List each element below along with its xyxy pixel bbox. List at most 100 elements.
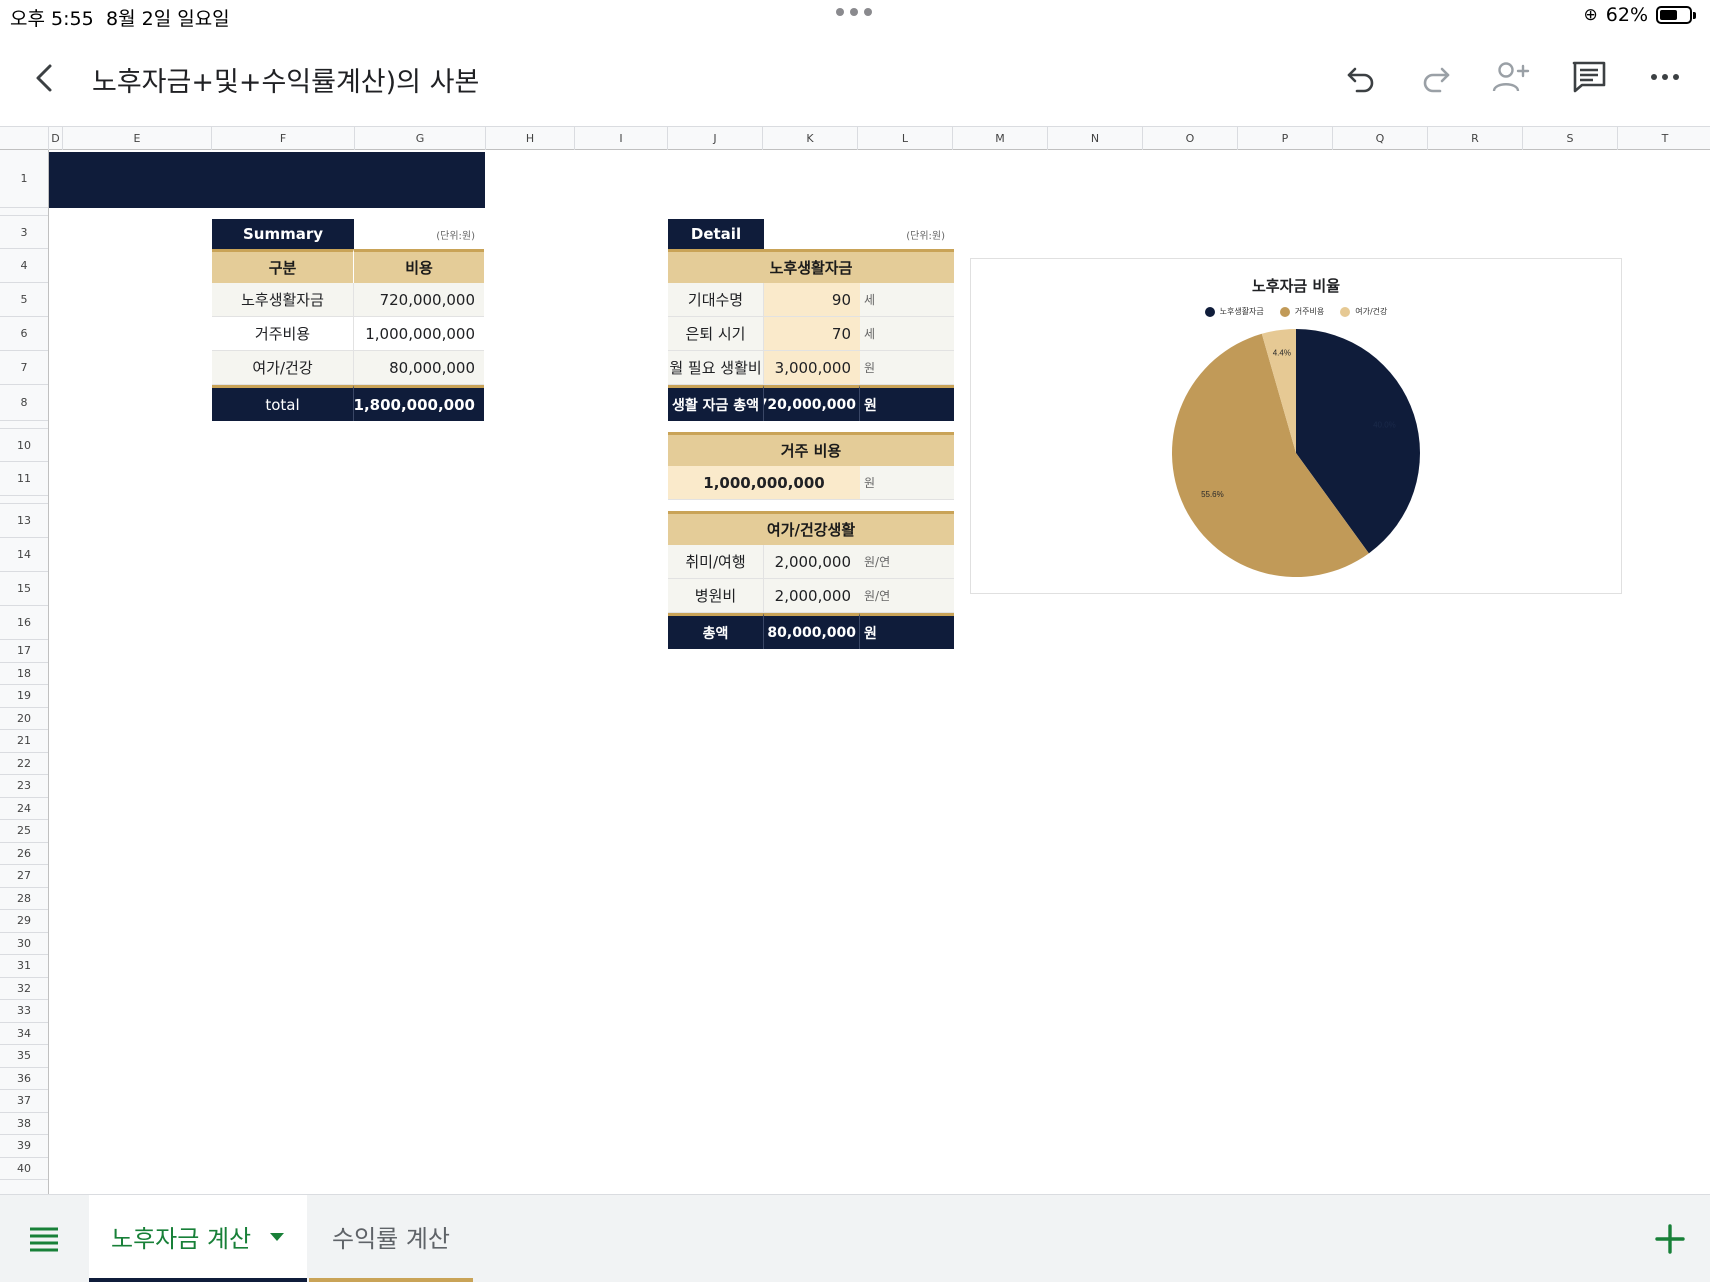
detail-living-label-lifespan[interactable]: 기대수명 bbox=[668, 283, 764, 317]
row-header-24[interactable]: 24 bbox=[0, 798, 48, 820]
detail-living-value-retire[interactable]: 70 bbox=[764, 317, 860, 351]
column-header-k[interactable]: K bbox=[763, 127, 858, 150]
share-button[interactable] bbox=[1490, 56, 1532, 98]
column-header-i[interactable]: I bbox=[575, 127, 668, 150]
summary-label-living[interactable]: 노후생활자금 bbox=[212, 283, 354, 317]
row-header-20[interactable]: 20 bbox=[0, 708, 48, 730]
tab-retirement-fund[interactable]: 노후자금 계산 bbox=[89, 1195, 307, 1282]
pie-chart[interactable]: 노후자금 비율 노후생활자금 거주비용 여가/건강 40.0% 55.6% 4.4% bbox=[970, 258, 1622, 594]
all-sheets-button[interactable] bbox=[28, 1225, 60, 1253]
row-header-25[interactable]: 25 bbox=[0, 820, 48, 843]
detail-header[interactable]: Detail bbox=[668, 219, 764, 249]
back-button[interactable] bbox=[30, 58, 60, 98]
row-header-37[interactable]: 37 bbox=[0, 1090, 48, 1113]
column-header-r[interactable]: R bbox=[1428, 127, 1523, 150]
detail-leisure-label-hobby[interactable]: 취미/여행 bbox=[668, 545, 764, 579]
detail-living-total-unit[interactable]: 원 bbox=[860, 385, 954, 421]
select-all-corner[interactable] bbox=[0, 127, 49, 150]
column-header-e[interactable]: E bbox=[63, 127, 212, 150]
row-header-22[interactable]: 22 bbox=[0, 753, 48, 775]
more-options-button[interactable] bbox=[1644, 56, 1686, 98]
detail-living-total-value[interactable]: 720,000,000 bbox=[764, 385, 860, 421]
summary-col-cost[interactable]: 비용 bbox=[354, 249, 484, 283]
column-header-l[interactable]: L bbox=[858, 127, 953, 150]
row-header-16[interactable]: 16 bbox=[0, 606, 48, 640]
row-header-35[interactable]: 35 bbox=[0, 1045, 48, 1068]
row-header-40[interactable]: 40 bbox=[0, 1158, 48, 1180]
row-header-33[interactable]: 33 bbox=[0, 1000, 48, 1023]
detail-leisure-value-hospital[interactable]: 2,000,000 bbox=[764, 579, 860, 613]
column-header-p[interactable]: P bbox=[1238, 127, 1333, 150]
summary-unit-note[interactable]: (단위:원) bbox=[354, 219, 484, 249]
comments-button[interactable] bbox=[1568, 56, 1610, 98]
column-header-d[interactable]: D bbox=[49, 127, 63, 150]
summary-label-leisure[interactable]: 여가/건강 bbox=[212, 351, 354, 385]
row-header-34[interactable]: 34 bbox=[0, 1023, 48, 1045]
detail-living-label-retire[interactable]: 은퇴 시기 bbox=[668, 317, 764, 351]
row-header-30[interactable]: 30 bbox=[0, 933, 48, 955]
caret-down-icon[interactable] bbox=[269, 1232, 285, 1242]
row-header-4[interactable]: 4 bbox=[0, 249, 48, 283]
row-header-29[interactable]: 29 bbox=[0, 910, 48, 933]
summary-total-label[interactable]: total bbox=[212, 385, 354, 421]
column-header-m[interactable]: M bbox=[953, 127, 1048, 150]
detail-living-unit-monthly[interactable]: 원 bbox=[860, 351, 954, 385]
row-header-8[interactable]: 8 bbox=[0, 385, 48, 421]
detail-housing-unit[interactable]: 원 bbox=[860, 466, 954, 500]
row-header-17[interactable]: 17 bbox=[0, 640, 48, 663]
detail-living-value-monthly[interactable]: 3,000,000 bbox=[764, 351, 860, 385]
column-header-t[interactable]: T bbox=[1618, 127, 1710, 150]
detail-living-label-monthly[interactable]: 월 필요 생활비 bbox=[668, 351, 764, 385]
summary-header[interactable]: Summary bbox=[212, 219, 354, 249]
row-header-27[interactable]: 27 bbox=[0, 865, 48, 888]
detail-leisure-title[interactable]: 여가/건강생활 bbox=[668, 511, 954, 545]
row-header-15[interactable]: 15 bbox=[0, 572, 48, 606]
summary-value-living[interactable]: 720,000,000 bbox=[354, 283, 484, 317]
row-header-7[interactable]: 7 bbox=[0, 351, 48, 385]
row-header-28[interactable]: 28 bbox=[0, 888, 48, 910]
document-title[interactable]: 노후자금+및+수익률계산)의 사본 bbox=[92, 60, 479, 99]
row-header-19[interactable]: 19 bbox=[0, 685, 48, 708]
detail-unit-note[interactable]: (단위:원) bbox=[764, 219, 954, 249]
tab-return-rate[interactable]: 수익률 계산 bbox=[309, 1195, 473, 1282]
column-header-f[interactable]: F bbox=[212, 127, 355, 150]
column-header-q[interactable]: Q bbox=[1333, 127, 1428, 150]
detail-leisure-total-label[interactable]: 총액 bbox=[668, 613, 764, 649]
row-header-32[interactable]: 32 bbox=[0, 978, 48, 1000]
detail-leisure-value-hobby[interactable]: 2,000,000 bbox=[764, 545, 860, 579]
row-header-6[interactable]: 6 bbox=[0, 317, 48, 351]
detail-leisure-unit-hobby[interactable]: 원/연 bbox=[860, 545, 954, 579]
row-header-3[interactable]: 3 bbox=[0, 216, 48, 249]
multitasking-dots-icon[interactable] bbox=[836, 8, 872, 16]
detail-leisure-unit-hospital[interactable]: 원/연 bbox=[860, 579, 954, 613]
row-header-23[interactable]: 23 bbox=[0, 775, 48, 798]
add-sheet-button[interactable] bbox=[1648, 1217, 1692, 1261]
column-header-n[interactable]: N bbox=[1048, 127, 1143, 150]
row-header-10[interactable]: 10 bbox=[0, 429, 48, 462]
row-header-11[interactable]: 11 bbox=[0, 462, 48, 496]
column-header-g[interactable]: G bbox=[355, 127, 486, 150]
row-header-5[interactable]: 5 bbox=[0, 283, 48, 317]
row-header-39[interactable]: 39 bbox=[0, 1135, 48, 1158]
column-header-h[interactable]: H bbox=[486, 127, 575, 150]
row-header-31[interactable]: 31 bbox=[0, 955, 48, 978]
row-header-14[interactable]: 14 bbox=[0, 538, 48, 572]
detail-living-total-label[interactable]: 생활 자금 총액 bbox=[668, 385, 764, 421]
title-banner-cell[interactable] bbox=[49, 152, 485, 208]
row-header-13[interactable]: 13 bbox=[0, 504, 48, 538]
detail-leisure-label-hospital[interactable]: 병원비 bbox=[668, 579, 764, 613]
column-header-s[interactable]: S bbox=[1523, 127, 1618, 150]
detail-leisure-total-value[interactable]: 80,000,000 bbox=[764, 613, 860, 649]
row-header-12[interactable] bbox=[0, 496, 48, 504]
row-header-38[interactable]: 38 bbox=[0, 1113, 48, 1135]
summary-total-value[interactable]: 1,800,000,000 bbox=[354, 385, 484, 421]
row-header-18[interactable]: 18 bbox=[0, 663, 48, 685]
row-header-2[interactable] bbox=[0, 208, 48, 216]
row-header-21[interactable]: 21 bbox=[0, 730, 48, 753]
detail-living-title[interactable]: 노후생활자금 bbox=[668, 249, 954, 283]
undo-button[interactable] bbox=[1340, 56, 1382, 98]
column-header-j[interactable]: J bbox=[668, 127, 763, 150]
summary-col-category[interactable]: 구분 bbox=[212, 249, 354, 283]
detail-living-unit-lifespan[interactable]: 세 bbox=[860, 283, 954, 317]
summary-value-housing[interactable]: 1,000,000,000 bbox=[354, 317, 484, 351]
